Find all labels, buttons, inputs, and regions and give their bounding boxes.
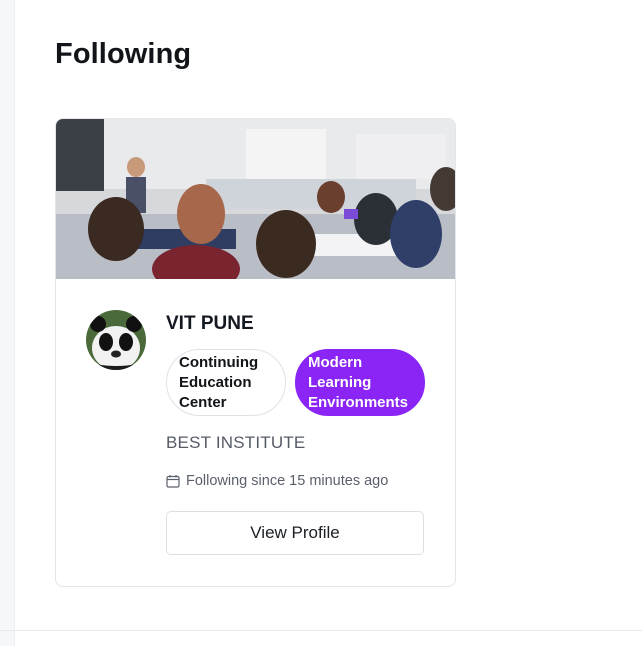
following-since-row: Following since 15 minutes ago [166,473,388,489]
tag-continuing-education[interactable]: Continuing Education Center [166,349,286,416]
calendar-icon [166,475,180,488]
tag-modern-learning[interactable]: Modern Learning Environments [295,349,425,416]
view-profile-button[interactable]: View Profile [166,511,424,555]
avatar [86,310,146,370]
following-card: VIT PUNE Continuing Education Center Mod… [55,118,456,587]
institute-name: VIT PUNE [166,313,254,334]
footer-divider [0,630,642,631]
page-title: Following [55,38,192,70]
cover-image [56,119,455,279]
sidebar-edge [0,0,15,646]
following-since-text: Following since 15 minutes ago [186,473,389,489]
institute-description: BEST INSTITUTE [166,433,306,452]
